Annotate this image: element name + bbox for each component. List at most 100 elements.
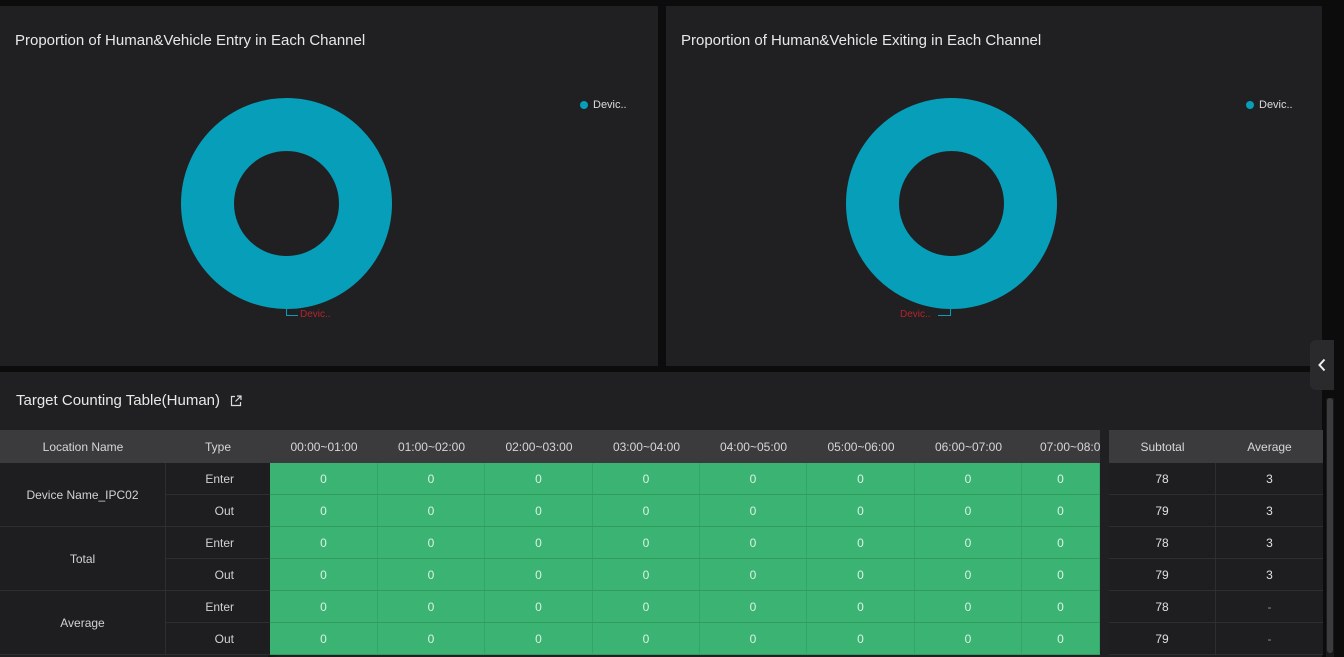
hour-count-cell[interactable]: 0 xyxy=(1022,527,1100,559)
exit-donut-slice[interactable] xyxy=(846,98,1057,309)
vertical-scrollbar[interactable] xyxy=(1326,398,1334,657)
header-hour[interactable]: 03:00~04:00 xyxy=(593,430,700,463)
header-average[interactable]: Average xyxy=(1216,430,1323,463)
hour-count-cell[interactable]: 0 xyxy=(807,559,915,591)
scrollbar-thumb[interactable] xyxy=(1327,398,1333,653)
hour-count-cell[interactable]: 0 xyxy=(700,559,807,591)
type-cell: Enter xyxy=(166,527,270,559)
average-cell: 3 xyxy=(1216,559,1323,591)
hour-count-cell[interactable]: 0 xyxy=(915,495,1022,527)
hour-count-cell[interactable]: 0 xyxy=(270,591,378,623)
type-cell: Out xyxy=(166,623,270,655)
hour-count-cell[interactable]: 0 xyxy=(593,623,700,655)
subtotal-cell: 79 xyxy=(1109,623,1216,655)
average-cell: 3 xyxy=(1216,495,1323,527)
hour-count-cell[interactable]: 0 xyxy=(593,527,700,559)
external-link-icon[interactable] xyxy=(230,394,242,407)
hour-count-cell[interactable]: 0 xyxy=(378,559,485,591)
subtotal-cell: 78 xyxy=(1109,463,1216,495)
entry-legend-label: Devic.. xyxy=(593,99,627,111)
column-divider xyxy=(1100,527,1109,559)
header-hour[interactable]: 01:00~02:00 xyxy=(378,430,485,463)
hour-count-cell[interactable]: 0 xyxy=(700,623,807,655)
header-hour[interactable]: 05:00~06:00 xyxy=(807,430,915,463)
header-hour[interactable]: 00:00~01:00 xyxy=(270,430,378,463)
chevron-left-icon xyxy=(1318,358,1326,372)
exit-leader-line-h xyxy=(938,315,950,316)
header-hour[interactable]: 04:00~05:00 xyxy=(700,430,807,463)
entry-donut-chart[interactable] xyxy=(181,98,392,309)
hour-count-cell[interactable]: 0 xyxy=(915,463,1022,495)
hour-count-cell[interactable]: 0 xyxy=(1022,623,1100,655)
hour-count-cell[interactable]: 0 xyxy=(807,463,915,495)
type-cell: Out xyxy=(166,495,270,527)
column-divider xyxy=(1100,559,1109,591)
hour-count-cell[interactable]: 0 xyxy=(378,623,485,655)
header-type[interactable]: Type xyxy=(166,430,270,463)
hour-count-cell[interactable]: 0 xyxy=(270,495,378,527)
hour-count-cell[interactable]: 0 xyxy=(700,495,807,527)
hour-count-cell[interactable]: 0 xyxy=(807,495,915,527)
hour-count-cell[interactable]: 0 xyxy=(378,495,485,527)
hour-count-cell[interactable]: 0 xyxy=(270,559,378,591)
hour-count-cell[interactable]: 0 xyxy=(915,527,1022,559)
exit-chart-legend[interactable]: Devic.. xyxy=(1246,99,1293,111)
header-location[interactable]: Location Name xyxy=(0,430,166,463)
column-divider xyxy=(1100,495,1109,527)
hour-count-cell[interactable]: 0 xyxy=(593,591,700,623)
exit-donut-chart[interactable] xyxy=(846,98,1057,309)
location-cell: Device Name_IPC02 xyxy=(0,463,166,527)
hour-count-cell[interactable]: 0 xyxy=(700,463,807,495)
hour-count-cell[interactable]: 0 xyxy=(915,623,1022,655)
hour-count-cell[interactable]: 0 xyxy=(700,527,807,559)
hour-count-cell[interactable]: 0 xyxy=(485,463,593,495)
hour-count-cell[interactable]: 0 xyxy=(1022,559,1100,591)
hour-count-cell[interactable]: 0 xyxy=(378,591,485,623)
entry-chart-legend[interactable]: Devic.. xyxy=(580,99,627,111)
hour-count-cell[interactable]: 0 xyxy=(1022,495,1100,527)
entry-leader-line-h xyxy=(286,315,298,316)
column-divider xyxy=(1100,623,1109,655)
legend-marker-icon xyxy=(580,101,588,109)
hour-count-cell[interactable]: 0 xyxy=(270,463,378,495)
hour-count-cell[interactable]: 0 xyxy=(270,527,378,559)
hour-count-cell[interactable]: 0 xyxy=(593,559,700,591)
type-cell: Enter xyxy=(166,591,270,623)
exit-leader-line xyxy=(950,308,951,316)
type-cell: Out xyxy=(166,559,270,591)
exit-chart-title: Proportion of Human&Vehicle Exiting in E… xyxy=(681,32,1042,49)
header-hour[interactable]: 06:00~07:00 xyxy=(915,430,1022,463)
entry-chart-panel: Proportion of Human&Vehicle Entry in Eac… xyxy=(0,6,658,366)
header-subtotal[interactable]: Subtotal xyxy=(1109,430,1216,463)
hour-count-cell[interactable]: 0 xyxy=(915,559,1022,591)
exit-chart-panel: Proportion of Human&Vehicle Exiting in E… xyxy=(666,6,1322,366)
hour-count-cell[interactable]: 0 xyxy=(807,527,915,559)
header-hour[interactable]: 02:00~03:00 xyxy=(485,430,593,463)
average-cell: - xyxy=(1216,591,1323,623)
hour-count-cell[interactable]: 0 xyxy=(1022,463,1100,495)
hour-count-cell[interactable]: 0 xyxy=(1022,591,1100,623)
location-cell: Total xyxy=(0,527,166,591)
hour-count-cell[interactable]: 0 xyxy=(485,559,593,591)
type-cell: Enter xyxy=(166,463,270,495)
hour-count-cell[interactable]: 0 xyxy=(485,527,593,559)
hour-count-cell[interactable]: 0 xyxy=(485,623,593,655)
sidebar-collapse-button[interactable] xyxy=(1310,340,1334,390)
hour-count-cell[interactable]: 0 xyxy=(807,623,915,655)
hour-count-cell[interactable]: 0 xyxy=(700,591,807,623)
hour-count-cell[interactable]: 0 xyxy=(485,591,593,623)
hour-count-cell[interactable]: 0 xyxy=(378,527,485,559)
hour-count-cell[interactable]: 0 xyxy=(593,463,700,495)
column-divider xyxy=(1100,430,1109,463)
hour-count-cell[interactable]: 0 xyxy=(485,495,593,527)
hour-count-cell[interactable]: 0 xyxy=(593,495,700,527)
hour-count-cell[interactable]: 0 xyxy=(807,591,915,623)
entry-chart-title: Proportion of Human&Vehicle Entry in Eac… xyxy=(15,32,366,49)
header-hour[interactable]: 07:00~08:0 xyxy=(1022,430,1100,463)
entry-slice-label: Devic.. xyxy=(300,309,331,320)
hour-count-cell[interactable]: 0 xyxy=(915,591,1022,623)
hour-count-cell[interactable]: 0 xyxy=(270,623,378,655)
entry-donut-slice[interactable] xyxy=(181,98,392,309)
hour-count-cell[interactable]: 0 xyxy=(378,463,485,495)
exit-slice-label: Devic.. xyxy=(900,309,931,320)
